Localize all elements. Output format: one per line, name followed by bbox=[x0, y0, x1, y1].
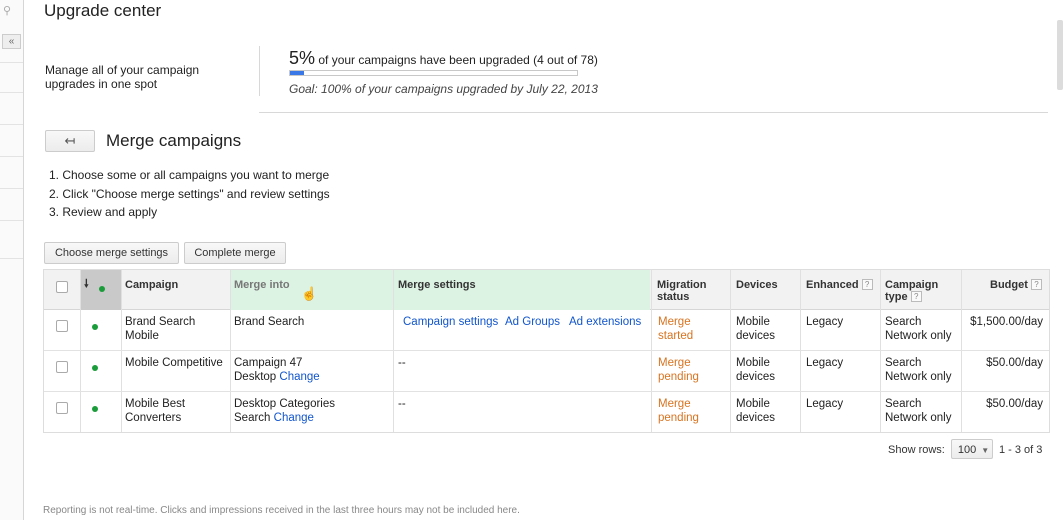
choose-merge-settings-button[interactable]: Choose merge settings bbox=[44, 242, 179, 264]
rows-per-page-value: 100 bbox=[957, 444, 977, 456]
progress-detail: of your campaigns have been upgraded (4 … bbox=[318, 53, 598, 67]
rail-divider bbox=[0, 258, 23, 259]
budget: $1,500.00/day bbox=[970, 316, 1043, 328]
rows-per-page-select[interactable]: 100 ▼ bbox=[950, 439, 993, 459]
enhanced-status: Legacy bbox=[806, 357, 844, 369]
show-rows-label: Show rows: bbox=[888, 444, 945, 456]
migration-status: Merge pending bbox=[658, 398, 699, 424]
left-sidebar-rail: ⚲ « bbox=[0, 0, 24, 520]
campaign-settings-link[interactable]: Campaign settings bbox=[403, 316, 498, 330]
hand-cursor-icon: ☝ bbox=[301, 286, 318, 301]
progress-text: 5% of your campaigns have been upgraded … bbox=[289, 48, 598, 69]
column-header-campaign[interactable]: Campaign bbox=[125, 279, 178, 291]
budget-label: Budget bbox=[990, 279, 1028, 291]
column-header-migration-status[interactable]: Migration status bbox=[657, 279, 727, 303]
table-row: Mobile Competitive Campaign 47 Desktop C… bbox=[44, 351, 1049, 392]
merge-settings: -- bbox=[398, 398, 406, 410]
row-checkbox[interactable] bbox=[56, 320, 68, 332]
upgrade-progress: 5% of your campaigns have been upgraded … bbox=[289, 48, 598, 96]
rail-divider bbox=[0, 92, 23, 93]
back-button[interactable]: ↤ bbox=[45, 130, 95, 152]
budget: $50.00/day bbox=[986, 398, 1043, 410]
merge-into: Brand Search bbox=[234, 316, 384, 330]
column-header-enhanced[interactable]: Enhanced ? bbox=[806, 279, 873, 291]
column-header-devices[interactable]: Devices bbox=[736, 279, 778, 291]
pagination-range: 1 - 3 of 3 bbox=[998, 444, 1043, 456]
ad-groups-link[interactable]: Ad Groups bbox=[505, 316, 560, 330]
sort-arrow-icon[interactable]: 🠗 bbox=[84, 278, 89, 290]
step-item: 3. Review and apply bbox=[49, 205, 158, 219]
status-dot-icon bbox=[92, 324, 98, 330]
devices: Mobile devices bbox=[736, 357, 775, 383]
status-dot-icon bbox=[92, 406, 98, 412]
devices: Mobile devices bbox=[736, 398, 775, 424]
back-arrow-icon: ↤ bbox=[64, 133, 76, 148]
campaign-type: Search Network only bbox=[885, 398, 952, 424]
page-title: Upgrade center bbox=[44, 1, 162, 20]
table-row: Mobile Best Converters Desktop Categorie… bbox=[44, 392, 1049, 433]
change-link[interactable]: Change bbox=[274, 412, 314, 424]
migration-status: Merge started bbox=[658, 316, 694, 342]
campaign-type: Search Network only bbox=[885, 357, 952, 383]
help-icon[interactable]: ? bbox=[1030, 279, 1042, 290]
reporting-disclaimer: Reporting is not real-time. Clicks and i… bbox=[43, 505, 520, 516]
rail-divider bbox=[0, 124, 23, 125]
collapse-sidebar-icon[interactable]: « bbox=[2, 34, 21, 49]
change-link[interactable]: Change bbox=[279, 371, 319, 383]
select-all-checkbox[interactable] bbox=[56, 281, 68, 293]
status-dot-icon bbox=[92, 365, 98, 371]
column-header-merge-settings[interactable]: Merge settings bbox=[398, 279, 476, 291]
column-header-budget[interactable]: Budget ? bbox=[990, 279, 1042, 291]
rail-divider bbox=[0, 62, 23, 63]
enhanced-label: Enhanced bbox=[806, 279, 859, 291]
merge-target: Brand Search bbox=[234, 316, 305, 328]
section-title: Merge campaigns bbox=[106, 131, 242, 150]
complete-merge-button[interactable]: Complete merge bbox=[184, 242, 286, 264]
row-checkbox[interactable] bbox=[56, 361, 68, 373]
pagination: Show rows: 100 ▼ 1 - 3 of 3 bbox=[888, 439, 1042, 460]
summary-description: Manage all of your campaign upgrades in … bbox=[45, 63, 200, 91]
row-checkbox[interactable] bbox=[56, 402, 68, 414]
rail-divider bbox=[0, 188, 23, 189]
rail-divider bbox=[0, 220, 23, 221]
progress-bar-fill bbox=[290, 71, 305, 75]
instruction-steps: 1. Choose some or all campaigns you want… bbox=[49, 166, 330, 222]
campaigns-table: 🠗 Campaign Merge into Merge settings Mig… bbox=[43, 269, 1050, 433]
enhanced-status: Legacy bbox=[806, 316, 844, 328]
ad-extensions-link[interactable]: Ad extensions bbox=[569, 316, 641, 330]
progress-percent: 5% bbox=[289, 48, 316, 68]
help-icon[interactable]: ? bbox=[861, 279, 873, 290]
column-header-merge-into[interactable]: Merge into bbox=[234, 279, 290, 291]
search-icon[interactable]: ⚲ bbox=[3, 4, 17, 18]
campaign-name[interactable]: Mobile Competitive bbox=[125, 357, 225, 371]
summary-divider bbox=[259, 46, 260, 96]
status-dot-icon bbox=[99, 286, 105, 292]
chevron-down-icon: ▼ bbox=[981, 446, 990, 455]
budget: $50.00/day bbox=[986, 357, 1043, 369]
step-item: 2. Click "Choose merge settings" and rev… bbox=[49, 186, 330, 201]
enhanced-status: Legacy bbox=[806, 398, 844, 410]
campaign-name[interactable]: Brand Search Mobile bbox=[125, 316, 225, 343]
progress-bar bbox=[289, 70, 578, 76]
merge-settings: -- bbox=[398, 357, 406, 369]
merge-into: Campaign 47 Desktop Change bbox=[234, 357, 332, 384]
help-icon[interactable]: ? bbox=[910, 291, 922, 302]
migration-status: Merge pending bbox=[658, 357, 699, 383]
merge-into: Desktop Categories Search Change bbox=[234, 398, 354, 425]
devices: Mobile devices bbox=[736, 316, 775, 342]
step-item: 1. Choose some or all campaigns you want… bbox=[49, 168, 330, 182]
table-row: Brand Search Mobile Brand Search Campaig… bbox=[44, 310, 1049, 351]
progress-goal: Goal: 100% of your campaigns upgraded by… bbox=[289, 82, 598, 96]
section-divider bbox=[259, 112, 1048, 113]
scrollbar[interactable] bbox=[1057, 20, 1063, 90]
column-header-campaign-type[interactable]: Campaign type ? bbox=[885, 279, 955, 303]
campaign-type: Search Network only bbox=[885, 316, 952, 342]
rail-divider bbox=[0, 156, 23, 157]
campaign-name[interactable]: Mobile Best Converters bbox=[125, 398, 225, 425]
